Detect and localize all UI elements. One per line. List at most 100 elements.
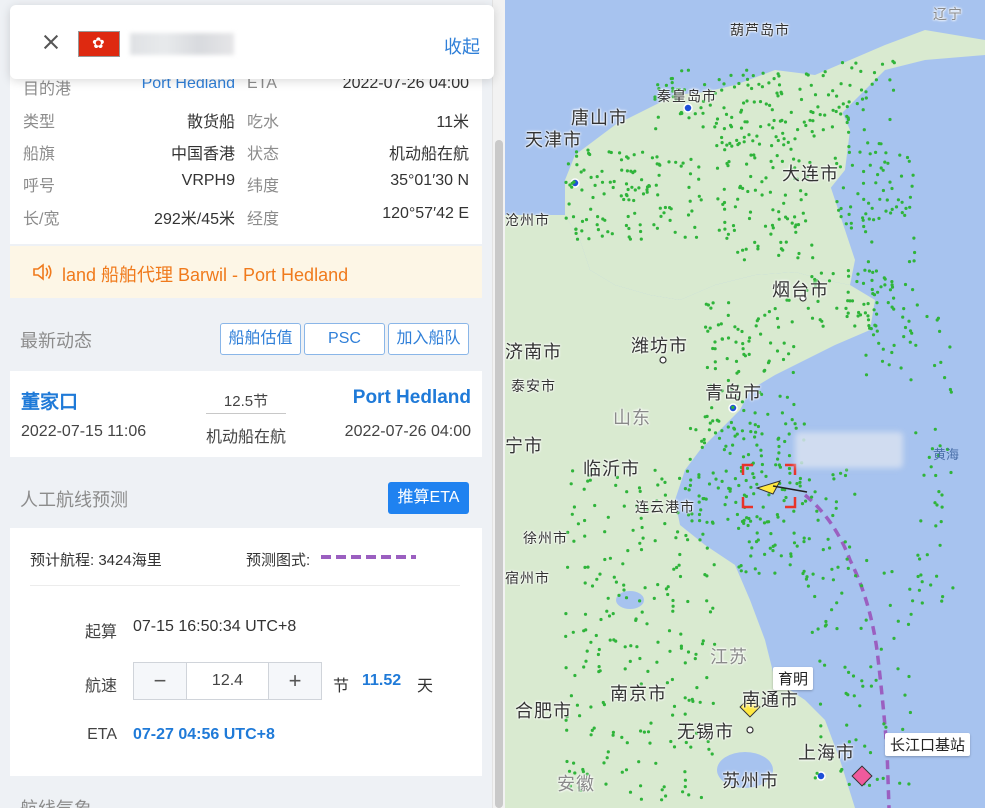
ais-dot [843,540,847,544]
ais-dot [714,477,718,481]
ais-dot [775,349,780,353]
ais-dot [755,443,759,447]
speed-stepper: − 12.4 + [133,662,322,700]
agent-notice[interactable]: land 船舶代理 Barwil - Port Hedland [10,246,482,298]
ais-dot [611,733,615,737]
ais-dot [798,480,802,484]
estimated-distance: 预计航程: 3424海里 [30,552,162,569]
ais-dot [821,74,825,78]
ais-dot [831,513,835,518]
ais-dot [702,437,706,442]
close-icon[interactable] [40,31,62,53]
ais-dot [669,739,673,744]
ais-dot [707,482,712,486]
ais-dot [844,222,848,226]
ais-dot [903,325,908,330]
ais-dot [771,166,775,170]
ais-dot [727,160,731,164]
ais-dot [759,125,763,129]
ais-dot [790,221,794,225]
ais-dot [650,156,654,160]
ais-dot [870,82,874,86]
ais-dot [800,502,805,506]
city-label: 天津市 [525,130,582,150]
ais-dot [764,102,768,106]
ais-dot [805,575,809,579]
ais-dot [702,497,706,501]
ais-dot [901,727,905,732]
scroll-thumb[interactable] [495,140,503,808]
speed-input[interactable]: 12.4 [187,663,268,699]
ship-valuation-button[interactable]: 船舶估值 [220,323,301,355]
ais-dot [821,324,825,328]
ais-dot [922,473,926,477]
info-value: 35°01′30 N [390,172,469,189]
ais-dot [684,533,688,538]
collapse-button[interactable]: 收起 [444,33,480,59]
ais-dot [848,83,852,87]
ais-dot [951,586,955,590]
ais-dot [629,644,633,648]
ais-dot [902,335,906,339]
ais-dot [728,489,732,493]
ais-dot [772,118,776,123]
ais-dot [846,269,850,273]
ais-dot [804,499,808,503]
station-diamond-marker[interactable] [851,765,873,787]
ais-dot [883,283,887,287]
ais-dot [699,106,703,110]
ais-dot [742,408,746,413]
ais-dot [712,563,716,567]
ais-dot [762,521,767,525]
ais-dot [638,223,642,227]
ais-dot [579,170,583,174]
ais-dot [834,109,838,114]
ais-dot [863,268,867,272]
ais-dot [861,684,865,688]
ais-dot [782,341,786,345]
ais-dot [835,306,839,310]
ais-dot [908,587,912,591]
panel-scrollbar[interactable] [492,0,505,808]
ais-dot [810,243,814,247]
ais-dot [726,336,731,340]
ais-dot [667,629,672,633]
ais-dot [811,119,815,123]
ais-dot [566,162,570,166]
ais-dot [715,166,720,170]
ais-dot [892,61,896,65]
info-key: 呼号 [23,178,56,195]
add-to-fleet-button[interactable]: 加入船队 [388,323,469,355]
calculate-eta-button[interactable]: 推算ETA [388,482,469,514]
ais-dot [693,225,697,229]
ais-dot [655,155,659,159]
destination-port[interactable]: Port Hedland [353,387,471,409]
ais-dot [593,503,597,508]
ais-dot [859,626,863,631]
ais-dot [668,218,672,222]
psc-button[interactable]: PSC [304,323,385,355]
ais-dot [824,623,828,627]
ais-dot [935,318,939,322]
departure-port[interactable]: 董家口 [21,387,78,414]
ais-dot [872,71,877,75]
ais-dot [855,102,859,106]
ais-dot [739,110,743,114]
ais-dot [639,784,643,788]
decrease-speed-button[interactable]: − [134,663,187,699]
ais-dot [606,515,610,519]
ais-dot [575,703,579,707]
increase-speed-button[interactable]: + [268,663,321,699]
ais-dot [575,237,580,241]
ais-dot [858,150,862,154]
selected-vessel-marker[interactable] [741,463,808,509]
ais-dot [809,83,813,87]
ais-dot [620,168,624,172]
ais-dot [862,128,866,132]
ais-dot [564,216,568,220]
info-key: 船旗 [23,146,56,163]
ais-dot [907,159,911,163]
map-view[interactable]: 葫芦岛市 辽宁 秦皇岛市 唐山市 天津市 大连市 沧州市 烟台市 济南市 潍坊市 泰安市 青岛市 山东宁… [505,0,985,808]
ais-dot [877,216,881,220]
ais-dot [700,642,705,646]
